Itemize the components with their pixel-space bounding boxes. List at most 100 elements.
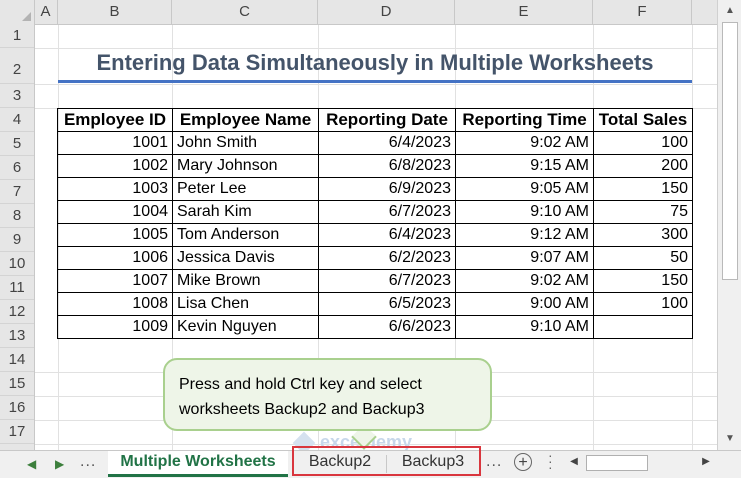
cell-total-sales[interactable]: 300 xyxy=(593,223,693,247)
cell-reporting-time[interactable]: 9:12 AM xyxy=(455,223,594,247)
header-employee-name[interactable]: Employee Name xyxy=(172,108,319,132)
table-row: 1009 Kevin Nguyen 6/6/2023 9:10 AM xyxy=(57,315,693,339)
cell-employee-name[interactable]: Peter Lee xyxy=(172,177,319,201)
cell-employee-id[interactable]: 1007 xyxy=(57,269,173,293)
column-header-a[interactable]: A xyxy=(34,0,58,24)
row-header[interactable]: 1 xyxy=(0,24,34,48)
selected-tabs-highlight xyxy=(292,446,481,476)
cell-employee-id[interactable]: 1008 xyxy=(57,292,173,316)
cell-reporting-date[interactable]: 6/9/2023 xyxy=(318,177,456,201)
cell-reporting-time[interactable]: 9:10 AM xyxy=(455,315,594,339)
row-header[interactable]: 8 xyxy=(0,204,34,228)
cell-reporting-time[interactable]: 9:00 AM xyxy=(455,292,594,316)
cell-reporting-date[interactable]: 6/7/2023 xyxy=(318,200,456,224)
scroll-right-icon[interactable]: ▶ xyxy=(700,453,712,471)
row-header[interactable]: 2 xyxy=(0,48,34,84)
prev-sheet-icon[interactable]: ◀ xyxy=(27,455,36,473)
cell-reporting-date[interactable]: 6/7/2023 xyxy=(318,269,456,293)
cell-employee-id[interactable]: 1006 xyxy=(57,246,173,270)
horizontal-scroll-thumb[interactable] xyxy=(586,455,648,471)
cell-total-sales[interactable]: 200 xyxy=(593,154,693,178)
column-header-d[interactable]: D xyxy=(318,0,455,24)
cell-employee-name[interactable]: Sarah Kim xyxy=(172,200,319,224)
header-total-sales[interactable]: Total Sales xyxy=(593,108,693,132)
cell-reporting-time[interactable]: 9:15 AM xyxy=(455,154,594,178)
cell-employee-name[interactable]: Mike Brown xyxy=(172,269,319,293)
callout-line-2: worksheets Backup2 and Backup3 xyxy=(179,401,425,418)
cell-reporting-date[interactable]: 6/2/2023 xyxy=(318,246,456,270)
row-header[interactable]: 6 xyxy=(0,156,34,180)
cell-employee-id[interactable]: 1004 xyxy=(57,200,173,224)
row-header[interactable]: 17 xyxy=(0,420,34,444)
cell-employee-id[interactable]: 1009 xyxy=(57,315,173,339)
cell-reporting-date[interactable]: 6/6/2023 xyxy=(318,315,456,339)
column-header-b[interactable]: B xyxy=(58,0,172,24)
cell-reporting-date[interactable]: 6/4/2023 xyxy=(318,223,456,247)
next-sheet-icon[interactable]: ▶ xyxy=(55,455,64,473)
row-header[interactable]: 4 xyxy=(0,108,34,132)
more-sheets-left-button[interactable]: ... xyxy=(80,453,96,471)
header-reporting-date[interactable]: Reporting Date xyxy=(318,108,456,132)
row-header[interactable]: 7 xyxy=(0,180,34,204)
tab-multiple-worksheets[interactable]: Multiple Worksheets xyxy=(108,451,288,477)
cell-employee-id[interactable]: 1002 xyxy=(57,154,173,178)
cell-employee-name[interactable]: Lisa Chen xyxy=(172,292,319,316)
cell-employee-name[interactable]: John Smith xyxy=(172,131,319,155)
row-header[interactable]: 12 xyxy=(0,300,34,324)
row-header[interactable]: 9 xyxy=(0,228,34,252)
horizontal-scrollbar[interactable]: ◀ ▶ xyxy=(568,453,718,471)
cell-total-sales[interactable] xyxy=(593,315,693,339)
cell-total-sales[interactable]: 150 xyxy=(593,269,693,293)
add-sheet-icon[interactable]: + xyxy=(514,453,532,471)
scroll-up-icon[interactable]: ▲ xyxy=(722,4,738,18)
cell-reporting-date[interactable]: 6/4/2023 xyxy=(318,131,456,155)
cell-reporting-time[interactable]: 9:10 AM xyxy=(455,200,594,224)
cell-employee-id[interactable]: 1003 xyxy=(57,177,173,201)
cell-reporting-time[interactable]: 9:02 AM xyxy=(455,269,594,293)
cell-reporting-date[interactable]: 6/8/2023 xyxy=(318,154,456,178)
scroll-down-icon[interactable]: ▼ xyxy=(722,432,738,446)
column-header-f[interactable]: F xyxy=(593,0,692,24)
cell-reporting-time[interactable]: 9:07 AM xyxy=(455,246,594,270)
cell-total-sales[interactable]: 100 xyxy=(593,131,693,155)
select-all-icon xyxy=(22,12,31,21)
cell-employee-name[interactable]: Jessica Davis xyxy=(172,246,319,270)
cell-employee-id[interactable]: 1001 xyxy=(57,131,173,155)
column-header-bar: A B C D E F xyxy=(0,0,741,25)
cell-total-sales[interactable]: 150 xyxy=(593,177,693,201)
more-sheets-right-button[interactable]: ... xyxy=(486,453,502,471)
sheet-title: Entering Data Simultaneously in Multiple… xyxy=(96,50,654,75)
vertical-scroll-thumb[interactable] xyxy=(722,22,738,280)
scroll-left-icon[interactable]: ◀ xyxy=(568,453,580,471)
row-header[interactable]: 5 xyxy=(0,132,34,156)
gridline xyxy=(35,48,717,49)
row-header[interactable]: 13 xyxy=(0,324,34,348)
cell-reporting-time[interactable]: 9:02 AM xyxy=(455,131,594,155)
row-header[interactable]: 3 xyxy=(0,84,34,108)
row-header[interactable]: 16 xyxy=(0,396,34,420)
header-employee-id[interactable]: Employee ID xyxy=(57,108,173,132)
header-reporting-time[interactable]: Reporting Time xyxy=(455,108,594,132)
cell-total-sales[interactable]: 50 xyxy=(593,246,693,270)
tab-splitter-handle[interactable]: · · · xyxy=(548,448,554,474)
column-header-e[interactable]: E xyxy=(455,0,593,24)
cell-reporting-time[interactable]: 9:05 AM xyxy=(455,177,594,201)
table-row: 1005 Tom Anderson 6/4/2023 9:12 AM 300 xyxy=(57,223,693,247)
select-all-button[interactable] xyxy=(0,0,35,24)
row-header[interactable]: 14 xyxy=(0,348,34,372)
cell-employee-name[interactable]: Tom Anderson xyxy=(172,223,319,247)
title-underline xyxy=(58,80,692,83)
instruction-callout: Press and hold Ctrl key and select works… xyxy=(163,358,492,431)
cell-total-sales[interactable]: 100 xyxy=(593,292,693,316)
cell-employee-name[interactable]: Mary Johnson xyxy=(172,154,319,178)
row-header[interactable]: 11 xyxy=(0,276,34,300)
cell-employee-name[interactable]: Kevin Nguyen xyxy=(172,315,319,339)
column-header-c[interactable]: C xyxy=(172,0,318,24)
cell-total-sales[interactable]: 75 xyxy=(593,200,693,224)
cell-employee-id[interactable]: 1005 xyxy=(57,223,173,247)
row-header[interactable]: 10 xyxy=(0,252,34,276)
cell-reporting-date[interactable]: 6/5/2023 xyxy=(318,292,456,316)
row-header[interactable]: 15 xyxy=(0,372,34,396)
table-row: 1001 John Smith 6/4/2023 9:02 AM 100 xyxy=(57,131,693,155)
vertical-scrollbar[interactable]: ▲ ▼ xyxy=(717,0,741,450)
